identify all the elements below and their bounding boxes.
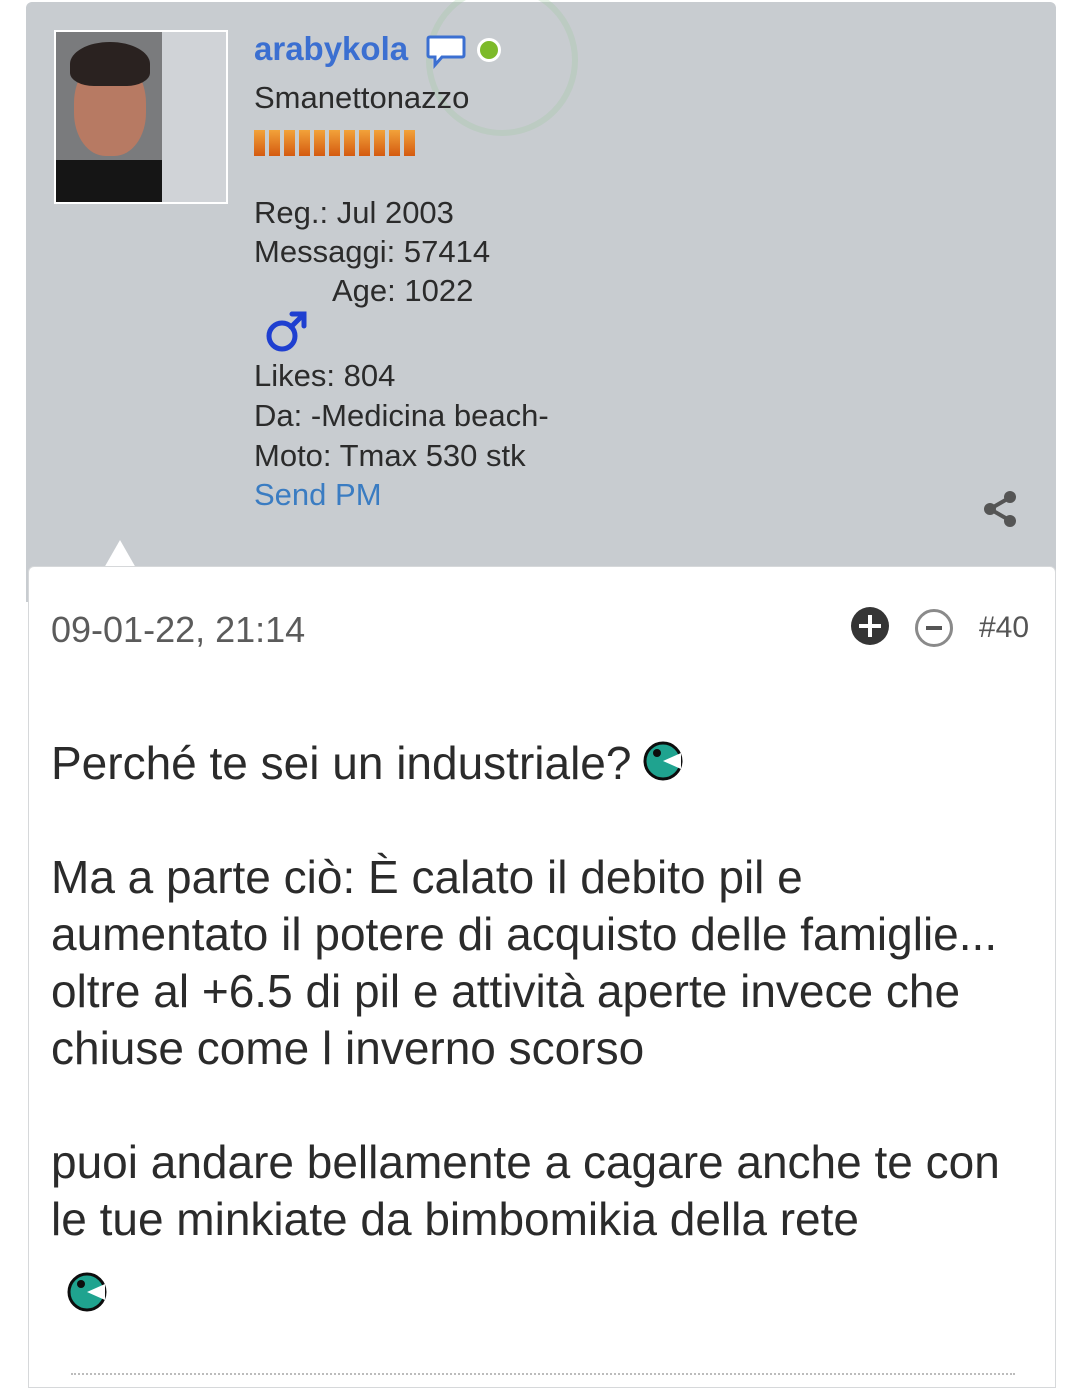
downvote-icon[interactable] — [915, 609, 953, 647]
smiley-icon — [67, 1272, 107, 1312]
user-moto: Moto: Tmax 530 stk — [254, 438, 526, 473]
smiley-icon — [643, 741, 683, 781]
male-icon — [266, 311, 307, 352]
post-paragraph-2: Ma a parte ciò: È calato il debito pil e… — [51, 851, 998, 1074]
rank-bar — [254, 130, 415, 156]
post-paragraph-1: Perché te sei un industriale? — [51, 735, 1031, 792]
post-date: 09-01-22, 21:14 — [51, 609, 306, 650]
send-pm-link[interactable]: Send PM — [254, 477, 382, 513]
user-info-card: arabykola Smanettonazzo Reg.: Jul 2003 M… — [26, 0, 1056, 602]
username[interactable]: arabykola — [254, 30, 408, 68]
likes-count: Likes: 804 — [254, 358, 396, 393]
chat-bubble-icon[interactable] — [426, 34, 466, 70]
upvote-icon[interactable] — [851, 607, 889, 645]
online-status-dot — [477, 38, 501, 62]
card-pointer — [104, 540, 136, 568]
post-paragraph-4 — [51, 1266, 1031, 1323]
user-title: Smanettonazzo — [254, 80, 470, 115]
post-card: 09-01-22, 21:14 #40 Perché te sei un ind… — [28, 566, 1056, 1388]
avatar[interactable] — [54, 30, 228, 204]
post-separator — [71, 1373, 1015, 1375]
user-age: Age: 1022 — [332, 273, 474, 308]
user-location: Da: -Medicina beach- — [254, 398, 549, 433]
post-number[interactable]: #40 — [979, 611, 1029, 645]
post-paragraph-3: puoi andare bellamente a cagare anche te… — [51, 1136, 1000, 1245]
share-icon[interactable] — [982, 490, 1018, 528]
post-body: Perché te sei un industriale? Ma a parte… — [51, 735, 1031, 1323]
message-count: Messaggi: 57414 — [254, 234, 491, 269]
reg-date: Reg.: Jul 2003 — [254, 195, 454, 230]
